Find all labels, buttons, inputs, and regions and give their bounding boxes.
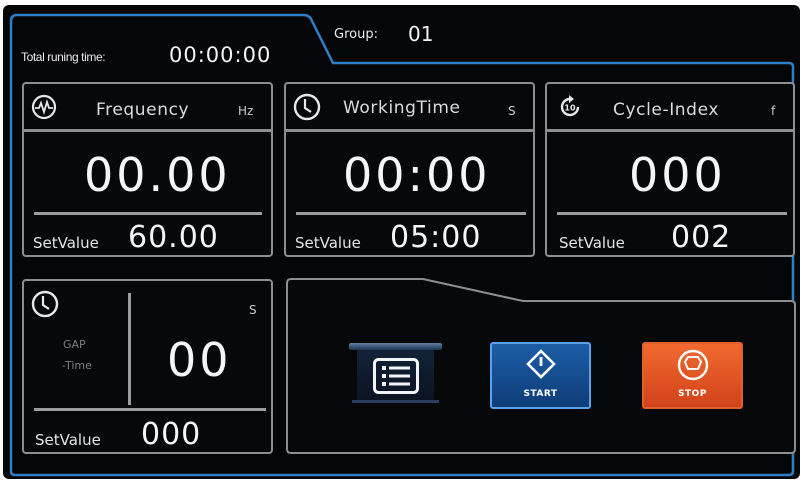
stop-label: STOP: [678, 389, 707, 399]
menu-button-shadow: [352, 400, 439, 403]
stop-octagon-icon: [677, 349, 709, 381]
stop-button[interactable]: STOP: [642, 342, 743, 409]
menu-button-top-bar: [349, 343, 442, 350]
start-diamond-icon: [526, 349, 556, 379]
start-label: START: [523, 389, 558, 399]
list-icon: [373, 358, 419, 394]
start-button[interactable]: START: [490, 342, 591, 409]
menu-button[interactable]: [349, 343, 442, 405]
hmi-screen: Total runing time: 00:00:00 Group: 01 Fr…: [3, 5, 800, 479]
